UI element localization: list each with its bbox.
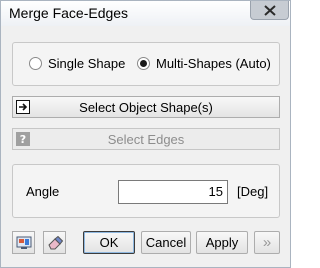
radio-button-single-shape[interactable] [29, 57, 42, 70]
merge-face-edges-dialog: Merge Face-Edges Single Shape Multi-Shap… [0, 0, 291, 268]
cancel-button[interactable]: Cancel [141, 231, 191, 254]
help-icon: ? [16, 132, 30, 146]
angle-unit: [Deg] [237, 184, 269, 199]
close-button[interactable] [250, 1, 289, 20]
window-title: Merge Face-Edges [9, 5, 129, 21]
preview-button[interactable] [12, 231, 35, 254]
ok-label: OK [99, 235, 119, 250]
angle-input[interactable]: 15 [118, 180, 228, 204]
more-label: » [262, 234, 272, 251]
radio-label-multi-shapes: Multi-Shapes (Auto) [156, 56, 271, 71]
eraser-button[interactable] [43, 231, 66, 254]
radio-multi-shapes[interactable]: Multi-Shapes (Auto) [137, 56, 271, 71]
select-edges-button[interactable]: ? Select Edges [12, 128, 280, 150]
more-options-button[interactable]: » [254, 231, 280, 254]
select-object-label: Select Object Shape(s) [79, 99, 213, 115]
preview-icon [16, 236, 31, 249]
radio-single-shape[interactable]: Single Shape [29, 56, 125, 71]
select-edges-label: Select Edges [107, 131, 185, 147]
eraser-icon [47, 235, 63, 249]
cancel-label: Cancel [145, 235, 187, 250]
radio-button-multi-shapes[interactable] [137, 57, 150, 70]
ok-button[interactable]: OK [83, 231, 135, 254]
title-bar: Merge Face-Edges [1, 1, 290, 26]
selection-arrow-icon [16, 100, 30, 114]
svg-text:?: ? [20, 133, 26, 146]
close-icon [263, 4, 276, 16]
angle-label: Angle [26, 184, 60, 199]
apply-button[interactable]: Apply [196, 231, 248, 254]
apply-label: Apply [205, 235, 239, 250]
radio-label-single-shape: Single Shape [48, 56, 126, 71]
select-object-button[interactable]: Select Object Shape(s) [12, 96, 280, 118]
